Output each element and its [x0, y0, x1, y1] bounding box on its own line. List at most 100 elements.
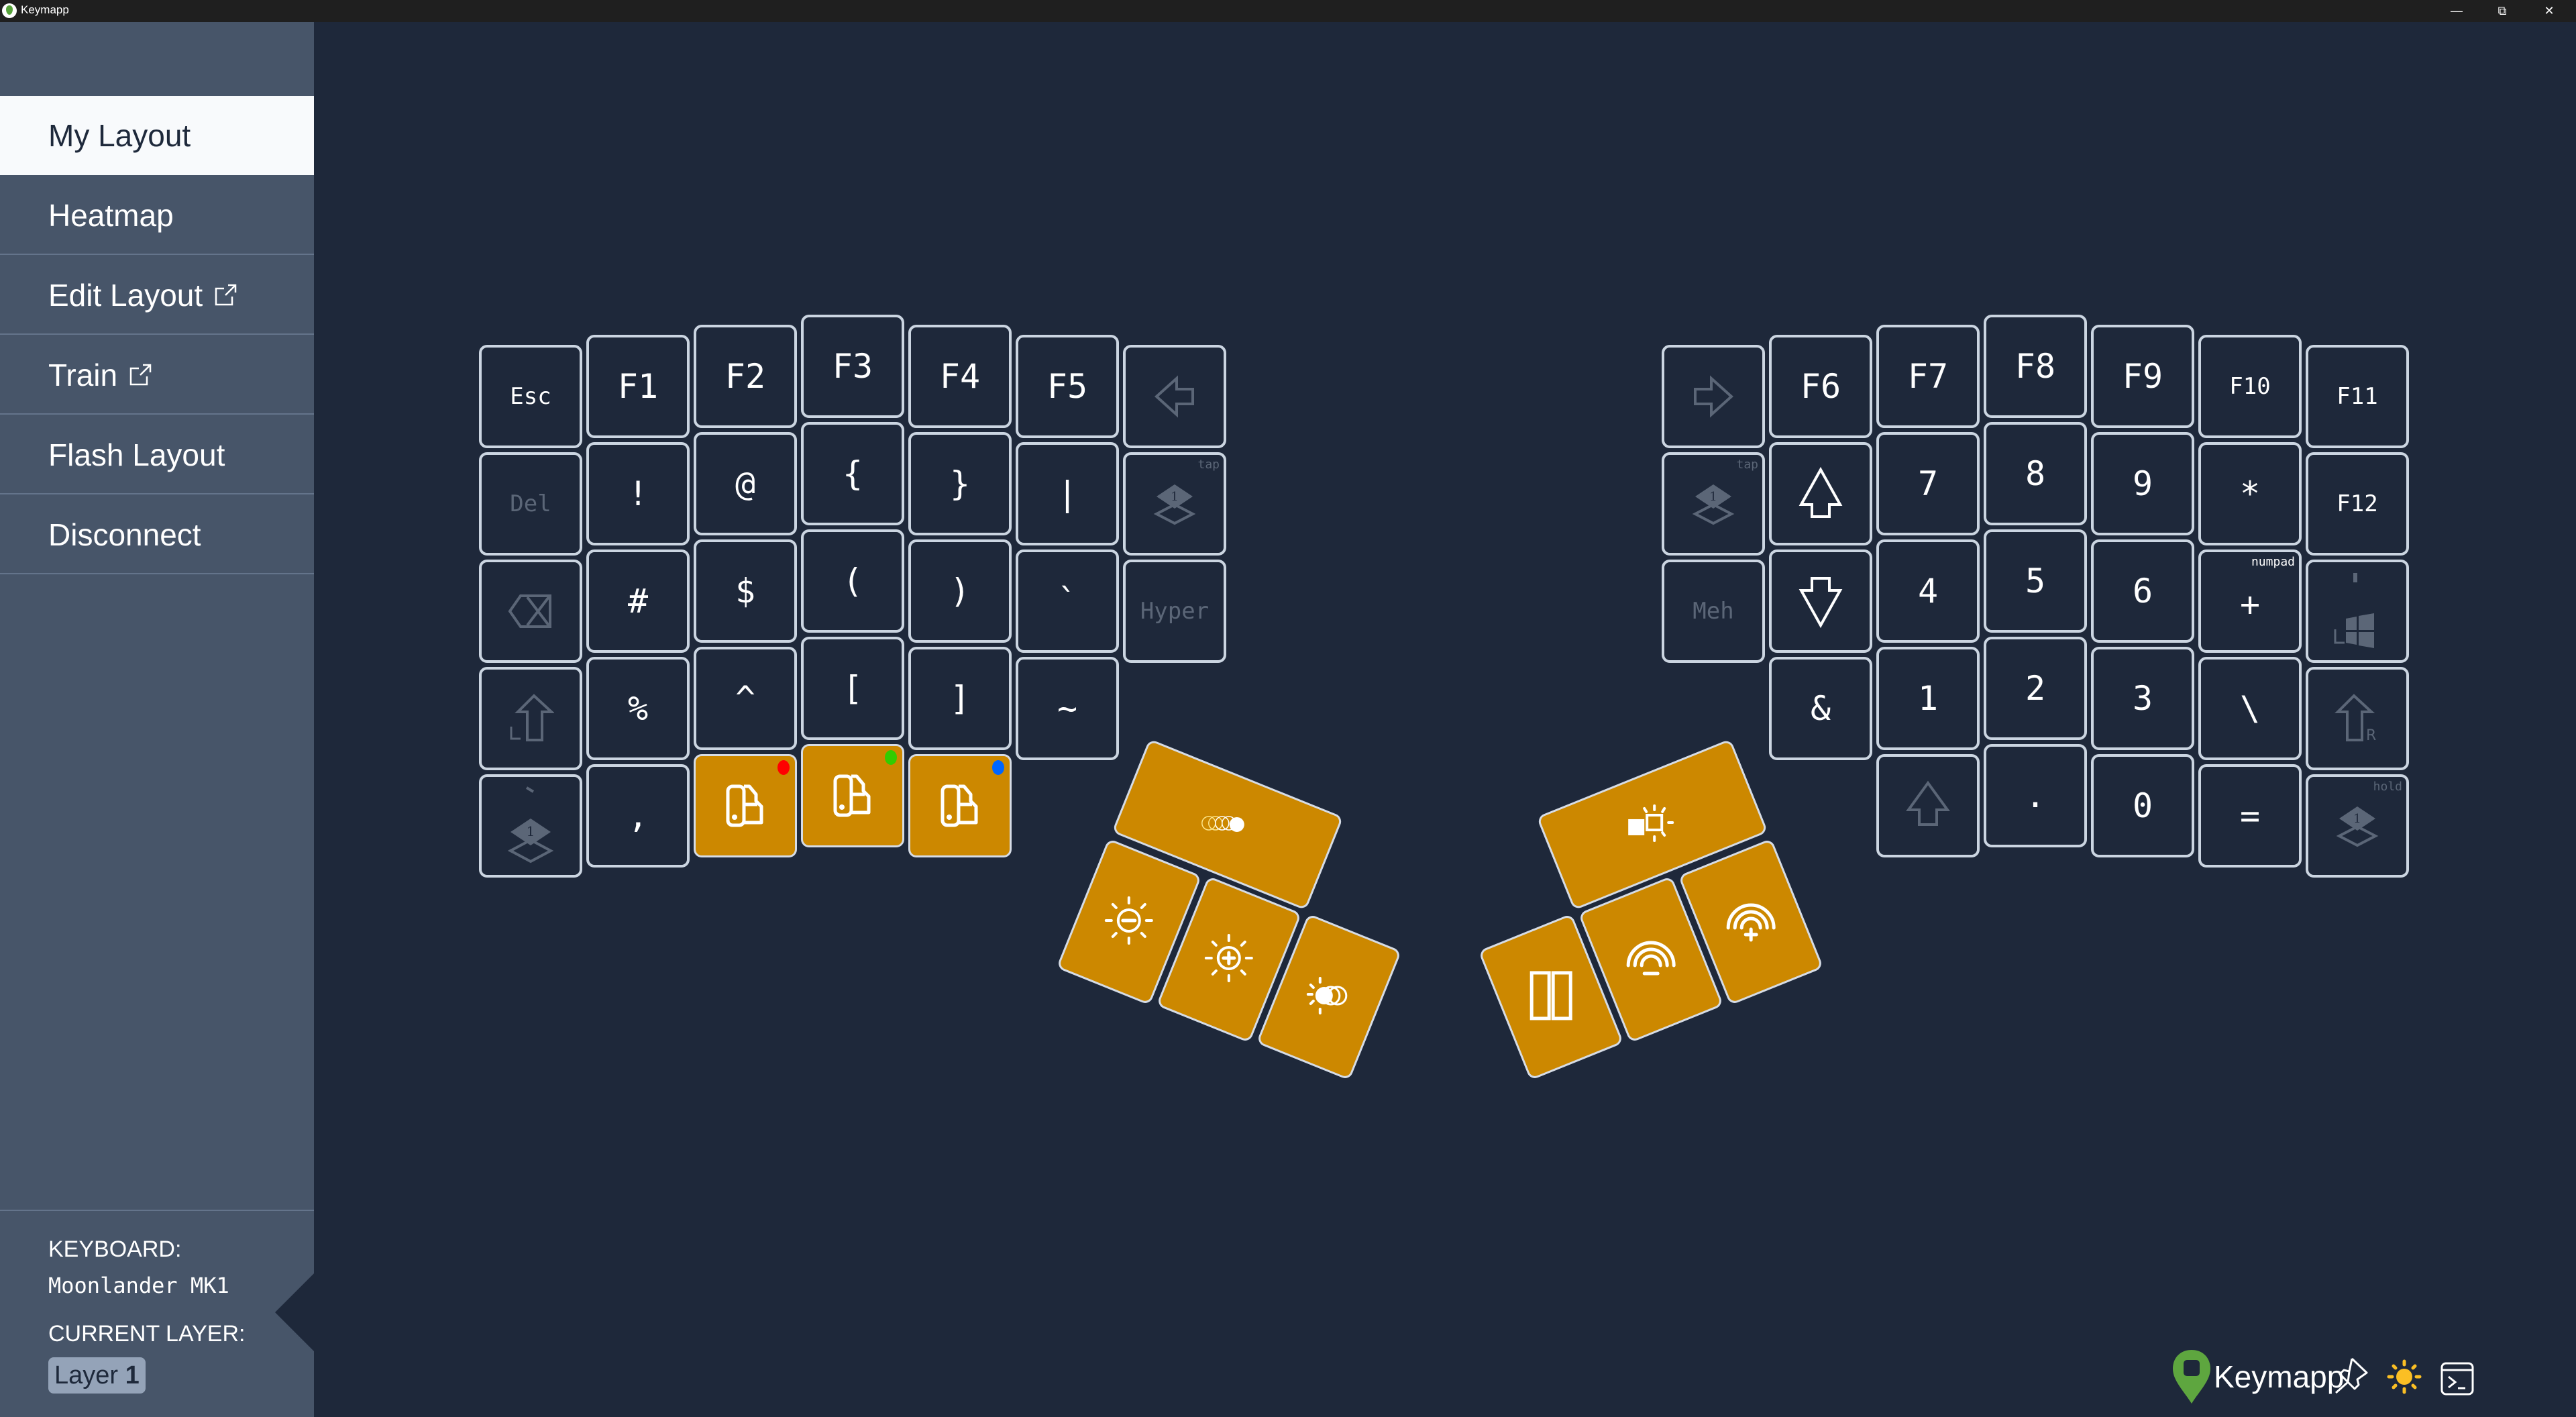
- key-8-key[interactable]: 8: [1984, 422, 2087, 525]
- key-symbol-key[interactable]: + numpad: [2198, 549, 2302, 653]
- key-hyper-key[interactable]: Hyper: [1123, 560, 1226, 663]
- key-symbol-key[interactable]: =: [2198, 764, 2302, 868]
- key-label: {: [842, 454, 863, 493]
- key-label: ~: [1057, 689, 1078, 728]
- keymapp-logo-icon: [2171, 1349, 2212, 1405]
- key-f7-key[interactable]: F7: [1876, 325, 1980, 428]
- sidebar-item-label: Heatmap: [48, 198, 174, 233]
- key-label: 3: [2132, 679, 2153, 718]
- bluetooth-profile-key[interactable]: [908, 754, 1012, 857]
- key-1-key[interactable]: 1: [1876, 647, 1980, 750]
- svg-text:R: R: [2366, 727, 2376, 744]
- key-symbol-key[interactable]: }: [908, 432, 1012, 535]
- layer-key[interactable]: 1 tap: [1662, 452, 1765, 556]
- key-f10-key[interactable]: F10: [2198, 335, 2302, 438]
- key-symbol-key[interactable]: ]: [908, 647, 1012, 750]
- status-dot: [992, 760, 1004, 775]
- key-symbol-key[interactable]: |: [1016, 442, 1119, 545]
- key-meh-key[interactable]: Meh: [1662, 560, 1765, 663]
- arrow-right-icon: [1690, 373, 1737, 420]
- key-symbol-key[interactable]: *: [2198, 442, 2302, 545]
- key-sublabel: hold: [2373, 780, 2402, 794]
- shift-right-key[interactable]: R: [2306, 667, 2409, 770]
- key-symbol-key[interactable]: #: [586, 549, 690, 653]
- arrow-up-key[interactable]: [1769, 442, 1872, 545]
- layer-grave-key[interactable]: 1: [479, 774, 582, 878]
- key-f1-key[interactable]: F1: [586, 335, 690, 438]
- minimize-button[interactable]: —: [2436, 0, 2477, 22]
- key-label: F10: [2229, 373, 2271, 400]
- key-2-key[interactable]: 2: [1984, 637, 2087, 740]
- sidebar-item-my-layout[interactable]: My Layout: [0, 96, 314, 175]
- key-f5-key[interactable]: F5: [1016, 335, 1119, 438]
- brand-label: Keymapp: [2214, 1359, 2345, 1394]
- pin-icon[interactable]: [2332, 1357, 2369, 1396]
- terminal-icon[interactable]: [2440, 1362, 2474, 1396]
- key-symbol-key[interactable]: @: [694, 432, 797, 535]
- key-9-key[interactable]: 9: [2091, 432, 2194, 535]
- keyboard-name: Moonlander MK1: [48, 1273, 229, 1298]
- key-label: F5: [1046, 367, 1088, 406]
- arrow-right-key[interactable]: [1662, 345, 1765, 448]
- key-symbol-key[interactable]: ): [908, 539, 1012, 643]
- backspace-key[interactable]: [479, 560, 582, 663]
- key-symbol-key[interactable]: (: [801, 529, 904, 633]
- key-3-key[interactable]: 3: [2091, 647, 2194, 750]
- key-label: 1: [1917, 679, 1939, 718]
- bluetooth-profile-key[interactable]: [694, 754, 797, 857]
- restore-button[interactable]: ⧉: [2482, 0, 2522, 22]
- key-symbol-key[interactable]: %: [586, 657, 690, 760]
- layer-key[interactable]: 1 hold: [2306, 774, 2409, 878]
- sidebar-item-edit-layout[interactable]: Edit Layout: [0, 256, 314, 335]
- key-label: |: [1057, 474, 1078, 513]
- key-symbol-key[interactable]: [: [801, 637, 904, 740]
- key-label: F2: [724, 357, 766, 396]
- key-f3-key[interactable]: F3: [801, 315, 904, 418]
- key-7-key[interactable]: 7: [1876, 432, 1980, 535]
- caps-word-key[interactable]: [1876, 754, 1980, 857]
- key-symbol-key[interactable]: &: [1769, 657, 1872, 760]
- key-sublabel: numpad: [2251, 555, 2295, 569]
- shift-left-key[interactable]: [479, 667, 582, 770]
- close-button[interactable]: ✕: [2529, 0, 2569, 22]
- key-0-key[interactable]: 0: [2091, 754, 2194, 857]
- key-symbol-key[interactable]: ^: [694, 647, 797, 750]
- windows-key[interactable]: [2306, 560, 2409, 663]
- key-f9-key[interactable]: F9: [2091, 325, 2194, 428]
- key-symbol-key[interactable]: !: [586, 442, 690, 545]
- key-f4-key[interactable]: F4: [908, 325, 1012, 428]
- key-5-key[interactable]: 5: [1984, 529, 2087, 633]
- key-f12-key[interactable]: F12: [2306, 452, 2409, 556]
- windows-icon: [2327, 568, 2387, 655]
- key-symbol-key[interactable]: `: [1016, 549, 1119, 653]
- sidebar-item-label: Disconnect: [48, 517, 201, 552]
- layer-key[interactable]: 1 tap: [1123, 452, 1226, 556]
- key-6-key[interactable]: 6: [2091, 539, 2194, 643]
- key-symbol-key[interactable]: .: [1984, 744, 2087, 847]
- key-symbol-key[interactable]: ~: [1016, 657, 1119, 760]
- brightness-down-icon: [1102, 894, 1156, 951]
- sidebar-item-heatmap[interactable]: Heatmap: [0, 176, 314, 255]
- key-f8-key[interactable]: F8: [1984, 315, 2087, 418]
- key-f11-key[interactable]: F11: [2306, 345, 2409, 448]
- key-f2-key[interactable]: F2: [694, 325, 797, 428]
- theme-sun-icon[interactable]: [2387, 1359, 2422, 1394]
- key-symbol-key[interactable]: {: [801, 422, 904, 525]
- key-label: 0: [2132, 786, 2153, 825]
- key-label: ]: [949, 679, 971, 718]
- key-del-key[interactable]: Del: [479, 452, 582, 556]
- key-4-key[interactable]: 4: [1876, 539, 1980, 643]
- rgb-hue-down-icon: [1624, 935, 1678, 985]
- bluetooth-profile-key[interactable]: [801, 744, 904, 847]
- sidebar-item-train[interactable]: Train: [0, 335, 314, 415]
- key-symbol-key[interactable]: \: [2198, 657, 2302, 760]
- arrow-down-key[interactable]: [1769, 549, 1872, 653]
- key-esc-key[interactable]: Esc: [479, 345, 582, 448]
- key-symbol-key[interactable]: $: [694, 539, 797, 643]
- arrow-left-key[interactable]: [1123, 345, 1226, 448]
- key-f6-key[interactable]: F6: [1769, 335, 1872, 438]
- sidebar-item-disconnect[interactable]: Disconnect: [0, 495, 314, 574]
- sidebar-item-flash-layout[interactable]: Flash Layout: [0, 415, 314, 494]
- key-symbol-key[interactable]: ,: [586, 764, 690, 868]
- key-label: Meh: [1693, 598, 1734, 625]
